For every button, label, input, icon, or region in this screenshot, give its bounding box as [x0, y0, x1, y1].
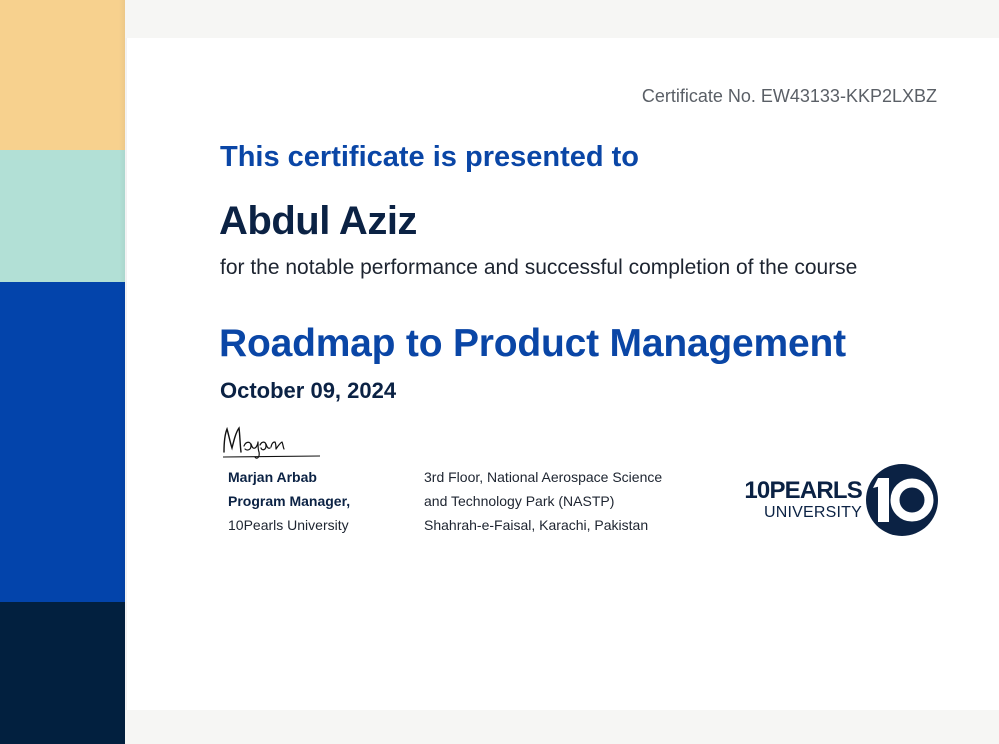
completion-reason: for the notable performance and successf… — [220, 256, 858, 279]
ten-logo-icon — [866, 464, 938, 536]
logo-subtitle: UNIVERSITY — [763, 504, 862, 521]
logo-brand: 10PEARLS — [744, 477, 862, 504]
stripe-navy — [0, 602, 125, 744]
logo-wordmark: 10PEARLS UNIVERSITY — [728, 478, 862, 522]
address-block: 3rd Floor, National Aerospace Science an… — [424, 465, 662, 537]
10pearls-logo: 10PEARLS UNIVERSITY — [728, 462, 940, 538]
signature-icon — [222, 426, 321, 459]
stripe-yellow — [0, 0, 125, 150]
certificate-number: Certificate No. EW43133-KKP2LXBZ — [641, 86, 937, 106]
color-stripe-bar — [0, 0, 125, 744]
signer-block: Marjan Arbab Program Manager, 10Pearls U… — [228, 465, 350, 537]
presented-heading: This certificate is presented to — [220, 141, 640, 173]
certificate-page: Certificate No. EW43133-KKP2LXBZ This ce… — [0, 0, 999, 744]
signer-organization: 10Pearls University — [228, 517, 349, 533]
stripe-mint — [0, 150, 125, 282]
signer-name: Marjan Arbab — [228, 469, 317, 485]
course-title: Roadmap to Product Management — [219, 322, 846, 365]
recipient-name: Abdul Aziz — [219, 199, 417, 243]
top-band — [125, 0, 999, 38]
address-line-3: Shahrah-e-Faisal, Karachi, Pakistan — [424, 517, 649, 533]
bottom-band — [125, 710, 999, 744]
stripe-blue — [0, 282, 125, 602]
address-line-1: 3rd Floor, National Aerospace Science — [424, 469, 663, 485]
completion-date: October 09, 2024 — [220, 378, 397, 403]
signer-role: Program Manager, — [228, 493, 351, 509]
stripe-shadow — [119, 0, 127, 744]
address-line-2: and Technology Park (NASTP) — [424, 493, 615, 509]
